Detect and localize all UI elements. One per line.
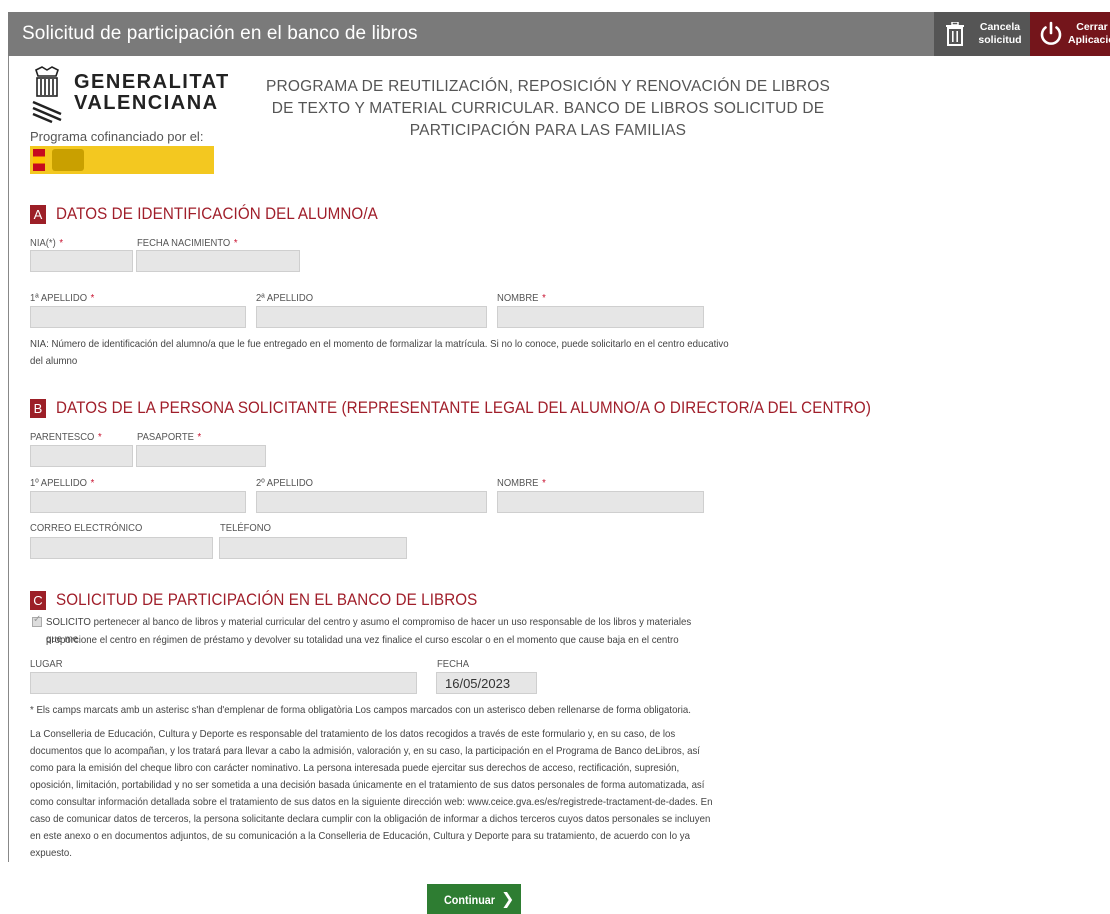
applicant-surname2-input[interactable]	[256, 491, 487, 513]
power-icon	[1040, 21, 1062, 45]
date-label: FECHA	[437, 658, 470, 670]
phone-input[interactable]	[219, 537, 407, 559]
section-b-title: DATOS DE LA PERSONA SOLICITANTE (REPRESE…	[56, 399, 871, 417]
privacy-legal-text: La Conselleria de Educación, Cultura y D…	[30, 728, 713, 859]
coat-of-arms-icon	[52, 149, 84, 171]
generalitat-emblem-icon	[32, 66, 62, 124]
email-input[interactable]	[30, 537, 213, 559]
request-checkbox[interactable]	[32, 614, 42, 627]
student-surname2-input[interactable]	[256, 306, 487, 328]
section-c-header: C SOLICITUD DE PARTICIPACIÓN EN EL BANCO…	[30, 591, 514, 610]
phone-label: TELÉFONO	[220, 522, 271, 534]
student-surname2-label: 2ª APELLIDO	[256, 292, 314, 304]
section-b-header: B DATOS DE LA PERSONA SOLICITANTE (REPRE…	[30, 399, 942, 418]
wordmark-line1: GENERALITAT	[74, 71, 230, 93]
email-label: CORREO ELECTRÓNICO	[30, 522, 143, 534]
section-a-badge: A	[30, 205, 46, 224]
student-surname1-label: 1ª APELLIDO *	[30, 292, 95, 304]
generalitat-logo: GENERALITAT VALENCIANA	[30, 66, 230, 126]
relation-label: PARENTESCO *	[30, 431, 102, 443]
continue-label: Continuar	[444, 893, 496, 907]
applicant-surname2-label: 2º APELLIDO	[256, 477, 314, 489]
wordmark-line2: VALENCIANA	[74, 92, 219, 114]
applicant-surname1-input[interactable]	[30, 491, 246, 513]
ministry-logo	[30, 146, 214, 174]
birthdate-input[interactable]	[136, 250, 300, 272]
passport-label: PASAPORTE *	[137, 431, 202, 443]
nia-label: NIA(*) *	[30, 237, 64, 249]
section-a-title: DATOS DE IDENTIFICACIÓN DEL ALUMNO/A	[56, 205, 378, 223]
place-label: LUGAR	[30, 658, 63, 670]
cancel-request-button[interactable]: Cancela solicitud	[934, 12, 1030, 56]
close-app-button[interactable]: Cerrar Aplicación	[1030, 12, 1110, 56]
section-b-badge: B	[30, 399, 46, 418]
applicant-surname1-label: 1º APELLIDO *	[30, 477, 95, 489]
student-name-label: NOMBRE *	[497, 292, 546, 304]
student-name-input[interactable]	[497, 306, 704, 328]
continue-button[interactable]: Continuar ❯	[427, 884, 521, 914]
required-footnote: * Els camps marcats amb un asterisc s'ha…	[30, 704, 691, 716]
chevron-right-icon: ❯	[501, 891, 515, 908]
cancel-request-label: Cancela solicitud	[978, 21, 1022, 46]
content-border	[8, 56, 9, 862]
trash-icon	[946, 22, 964, 46]
generalitat-wordmark: GENERALITAT VALENCIANA	[74, 72, 230, 114]
student-surname1-input[interactable]	[30, 306, 246, 328]
section-a-header: A DATOS DE IDENTIFICACIÓN DEL ALUMNO/A	[30, 205, 406, 224]
relation-input[interactable]	[30, 445, 133, 467]
section-c-title: SOLICITUD DE PARTICIPACIÓN EN EL BANCO D…	[56, 591, 478, 609]
spain-shield-icon	[33, 149, 45, 171]
section-c-badge: C	[30, 591, 46, 610]
birthdate-label: FECHA NACIMIENTO *	[137, 237, 238, 249]
date-input[interactable]: 16/05/2023	[436, 672, 537, 694]
close-app-label: Cerrar Aplicación	[1068, 21, 1110, 46]
request-text-line2: proporcione el centro en régimen de prés…	[46, 634, 679, 646]
place-input[interactable]	[30, 672, 417, 694]
cofinanced-text: Programa cofinanciado por el:	[30, 129, 204, 144]
page-title: Solicitud de participación en el banco d…	[22, 23, 418, 44]
applicant-name-label: NOMBRE *	[497, 477, 546, 489]
program-title: PROGRAMA DE REUTILIZACIÓN, REPOSICIÓN Y …	[265, 78, 831, 139]
nia-input[interactable]	[30, 250, 133, 272]
applicant-name-input[interactable]	[497, 491, 704, 513]
app-header: Solicitud de participación en el banco d…	[8, 12, 1110, 56]
nia-help-text: NIA: Número de identificación del alumno…	[30, 338, 729, 367]
passport-input[interactable]	[136, 445, 266, 467]
